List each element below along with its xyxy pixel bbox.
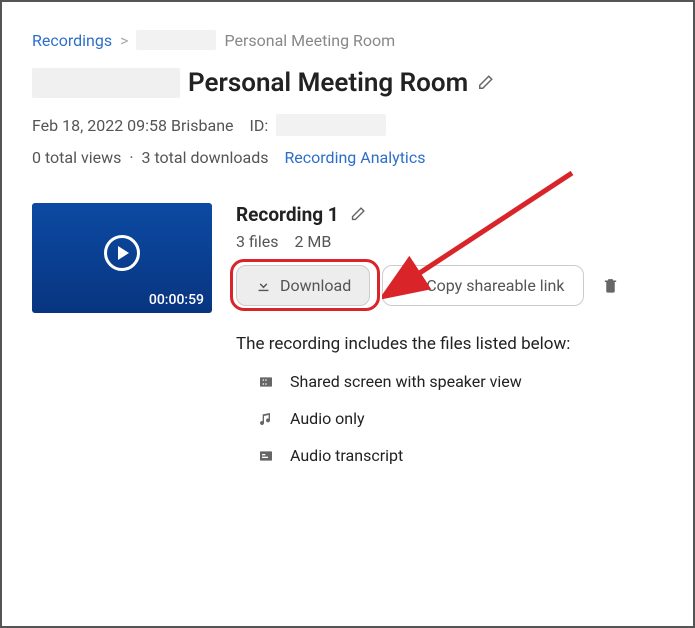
download-button[interactable]: Download (236, 265, 370, 306)
recording-analytics-link[interactable]: Recording Analytics (284, 148, 425, 167)
stats-dot: · (129, 148, 133, 167)
recording-datetime: Feb 18, 2022 09:58 Brisbane (32, 116, 234, 135)
redacted-meeting-id (276, 114, 386, 136)
included-files-list: Shared screen with speaker view Audio on… (236, 372, 663, 465)
play-icon (104, 235, 140, 271)
copy-link-button-label: Copy shareable link (426, 276, 564, 295)
redacted-title-prefix (32, 68, 180, 98)
file-name: Audio only (290, 409, 365, 428)
list-item: Audio transcript (236, 446, 663, 465)
list-item: Audio only (236, 409, 663, 428)
music-note-icon (258, 411, 276, 427)
transcript-icon (258, 448, 276, 464)
views-count: 0 total views (32, 148, 121, 167)
file-name: Shared screen with speaker view (290, 372, 522, 391)
breadcrumb-separator: > (120, 31, 128, 50)
includes-label: The recording includes the files listed … (236, 334, 663, 354)
breadcrumb-current: Personal Meeting Room (224, 31, 395, 50)
recording-duration: 00:00:59 (149, 292, 204, 308)
id-label: ID: (250, 116, 269, 135)
pencil-icon[interactable] (349, 206, 366, 223)
file-size: 2 MB (294, 232, 331, 251)
download-button-label: Download (280, 276, 351, 295)
list-item: Shared screen with speaker view (236, 372, 663, 391)
page-title: Personal Meeting Room (188, 68, 468, 98)
copy-link-button[interactable]: Copy shareable link (382, 265, 583, 306)
recording-details: Recording 1 3 files 2 MB Download (236, 203, 663, 483)
file-name: Audio transcript (290, 446, 403, 465)
stats-row: 0 total views · 3 total downloads Record… (32, 148, 663, 167)
file-count: 3 files (236, 232, 278, 251)
video-icon (258, 374, 276, 390)
file-info: 3 files 2 MB (236, 232, 663, 251)
recording-title: Recording 1 (236, 203, 339, 226)
action-buttons: Download Copy shareable link (236, 265, 663, 306)
recording-thumbnail[interactable]: 00:00:59 (32, 203, 212, 313)
breadcrumb: Recordings > Personal Meeting Room (32, 30, 663, 50)
redacted-owner-name (136, 30, 216, 50)
recording-block: 00:00:59 Recording 1 3 files 2 MB D (32, 203, 663, 483)
download-icon (255, 277, 272, 294)
link-icon (401, 277, 418, 294)
trash-icon[interactable] (602, 277, 619, 294)
breadcrumb-root-link[interactable]: Recordings (32, 31, 112, 50)
page-title-row: Personal Meeting Room (32, 68, 663, 98)
meta-row: Feb 18, 2022 09:58 Brisbane ID: (32, 114, 663, 136)
pencil-icon[interactable] (476, 74, 494, 92)
downloads-count: 3 total downloads (142, 148, 269, 167)
